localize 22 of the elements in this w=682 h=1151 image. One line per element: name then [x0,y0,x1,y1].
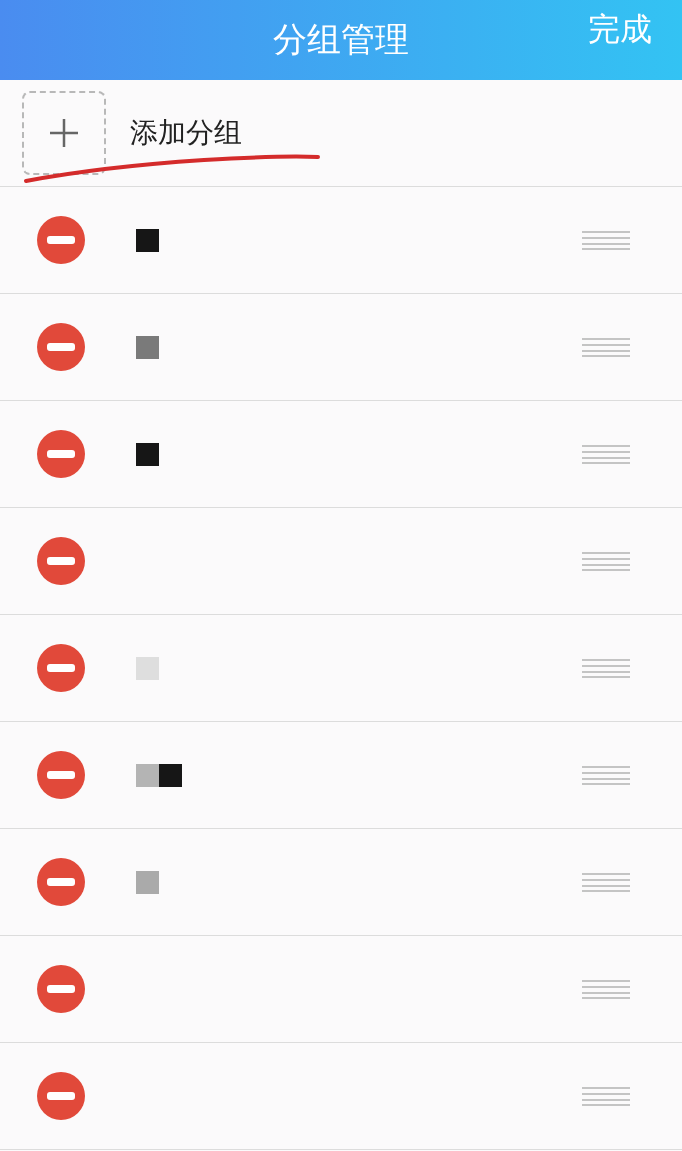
delete-icon[interactable] [36,322,86,372]
drag-handle-icon[interactable] [582,1086,630,1106]
add-button[interactable] [22,91,106,175]
delete-icon[interactable] [36,536,86,586]
drag-handle-icon[interactable] [582,658,630,678]
drag-handle-icon[interactable] [582,230,630,250]
add-group-label[interactable]: 添加分组 [130,114,242,152]
delete-icon[interactable] [36,964,86,1014]
delete-icon[interactable] [36,750,86,800]
drag-handle-icon[interactable] [582,872,630,892]
drag-handle-icon[interactable] [582,444,630,464]
drag-handle-icon[interactable] [582,551,630,571]
plus-icon [49,118,79,148]
delete-icon[interactable] [36,857,86,907]
delete-icon[interactable] [36,429,86,479]
page-title: 分组管理 [273,18,409,61]
delete-icon[interactable] [36,1071,86,1121]
delete-icon[interactable] [36,215,86,265]
drag-handle-icon[interactable] [582,765,630,785]
drag-handle-icon[interactable] [582,337,630,357]
delete-icon[interactable] [36,643,86,693]
drag-handle-icon[interactable] [582,979,630,999]
